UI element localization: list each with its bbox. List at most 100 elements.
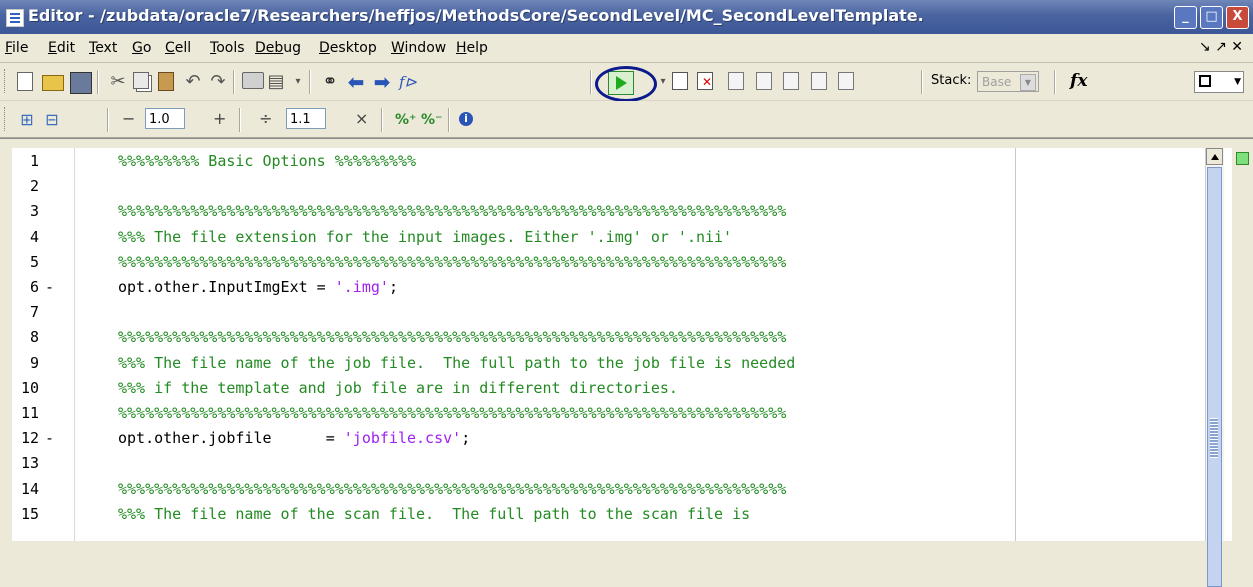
undo-icon[interactable]: ↶ xyxy=(183,72,203,92)
dock-controls[interactable]: ↘ ↗ ✕ xyxy=(1199,39,1243,55)
menu-text[interactable]: Text xyxy=(89,40,117,56)
cell-toolbar: ⊞ ⊟ − 1.0 + ÷ 1.1 × %⁺ %⁻ i xyxy=(0,101,1253,138)
line-number: 13 xyxy=(20,454,39,473)
menu-label-rest: esktop xyxy=(329,40,377,56)
menu-help[interactable]: Help xyxy=(456,40,488,56)
remove-cell-break-icon[interactable]: %⁻ xyxy=(421,110,442,130)
back-icon[interactable]: ⬅ xyxy=(346,72,366,92)
menu-mnemonic: E xyxy=(48,40,57,56)
line-number: 7 xyxy=(29,303,39,322)
code-comment: %%% if the template and job file are in … xyxy=(118,378,678,397)
evaluate-cell-icon[interactable]: ⊟ xyxy=(42,110,62,130)
paste-icon[interactable] xyxy=(158,72,174,91)
print-dropdown-icon[interactable]: ▾ xyxy=(288,72,308,92)
code-line[interactable]: 9 %%% The file name of the job file. The … xyxy=(12,352,1012,374)
executable-line-marker[interactable]: - xyxy=(45,276,54,298)
set-breakpoint-icon[interactable] xyxy=(672,72,688,90)
close-button[interactable]: X xyxy=(1226,6,1249,29)
menu-mnemonic: Deb xyxy=(255,40,284,56)
menu-cell[interactable]: Cell xyxy=(165,40,191,56)
menu-mnemonic: W xyxy=(391,40,405,56)
code-text: %%%%%%%%%%%%%%%%%%%%%%%%%%%%%%%%%%%%%%%%… xyxy=(118,326,786,348)
decrement-button[interactable]: − xyxy=(122,109,135,128)
print-preview-icon[interactable]: ▤ xyxy=(266,72,286,92)
copy-icon[interactable] xyxy=(133,72,149,89)
save-icon[interactable] xyxy=(70,72,92,94)
new-file-icon[interactable] xyxy=(17,72,33,91)
function-icon[interactable]: f⊳ xyxy=(398,72,418,92)
code-comment: %%%%%%%%%%%%%%%%%%%%%%%%%%%%%%%%%%%%%%%%… xyxy=(118,404,787,422)
chevron-down-icon: ▼ xyxy=(1234,77,1241,87)
fx-button[interactable]: fx xyxy=(1070,71,1087,91)
code-line[interactable]: 7 xyxy=(12,301,1012,323)
line-number: 2 xyxy=(29,177,39,196)
line-number: 10 xyxy=(20,378,39,397)
multiply-button[interactable]: × xyxy=(355,109,368,128)
code-line[interactable]: 15 %%% The file name of the scan file. Th… xyxy=(12,503,1012,525)
menu-debug[interactable]: Debug xyxy=(255,40,301,56)
decrement-value-input[interactable]: 1.0 xyxy=(145,108,185,129)
continue-icon[interactable] xyxy=(811,72,827,90)
code-line[interactable]: 8%%%%%%%%%%%%%%%%%%%%%%%%%%%%%%%%%%%%%%%… xyxy=(12,326,1012,348)
code-line[interactable]: 12- opt.other.jobfile = 'jobfile.csv'; xyxy=(12,427,1012,449)
info-icon[interactable]: i xyxy=(459,112,473,126)
layout-select[interactable]: ▼ xyxy=(1194,71,1244,93)
open-folder-icon[interactable] xyxy=(42,75,64,91)
step-out-icon[interactable] xyxy=(783,72,799,90)
toolbar-separator xyxy=(309,70,311,94)
divide-button[interactable]: ÷ xyxy=(259,109,272,128)
toolbar-separator xyxy=(97,70,99,94)
increment-button[interactable]: + xyxy=(213,109,226,128)
find-icon[interactable]: ⚭ xyxy=(320,72,340,92)
code-line[interactable]: 3%%%%%%%%%%%%%%%%%%%%%%%%%%%%%%%%%%%%%%%… xyxy=(12,200,1012,222)
code-line[interactable]: 14%%%%%%%%%%%%%%%%%%%%%%%%%%%%%%%%%%%%%%… xyxy=(12,478,1012,500)
menu-edit[interactable]: Edit xyxy=(48,40,75,56)
menu-mnemonic: C xyxy=(165,40,175,56)
stack-select[interactable]: Base ▼ xyxy=(977,71,1039,92)
square-icon xyxy=(1199,75,1211,87)
print-icon[interactable] xyxy=(242,72,264,89)
scroll-grip xyxy=(1210,418,1218,458)
maximize-button[interactable]: □ xyxy=(1200,6,1223,29)
scroll-up-icon[interactable] xyxy=(1206,148,1223,165)
cut-icon[interactable]: ✂ xyxy=(108,72,128,92)
scroll-thumb[interactable] xyxy=(1207,167,1222,587)
code-analyzer-indicator[interactable] xyxy=(1236,152,1249,165)
code-text: %%%%%%%%%%%%%%%%%%%%%%%%%%%%%%%%%%%%%%%%… xyxy=(118,402,786,424)
code-line[interactable]: 2 xyxy=(12,175,1012,197)
insert-cell-icon[interactable]: ⊞ xyxy=(17,110,37,130)
code-editor[interactable]: 1 %%%%%%%%% Basic Options %%%%%%%%% 2 3%%%%… xyxy=(12,148,1232,541)
code-line[interactable]: 10 %%% if the template and job file are i… xyxy=(12,377,1012,399)
right-margin-line xyxy=(1015,148,1016,541)
code-token: opt.other.jobfile = xyxy=(118,429,344,448)
divide-value-input[interactable]: 1.1 xyxy=(286,108,326,129)
code-line[interactable]: 6- opt.other.InputImgExt = '.img'; xyxy=(12,276,1012,298)
insert-cell-break-icon[interactable]: %⁺ xyxy=(395,110,416,130)
executable-line-marker[interactable]: - xyxy=(45,427,54,449)
code-line[interactable]: 11%%%%%%%%%%%%%%%%%%%%%%%%%%%%%%%%%%%%%%… xyxy=(12,402,1012,424)
menu-go[interactable]: Go xyxy=(132,40,151,56)
clear-breakpoints-icon[interactable] xyxy=(697,72,713,90)
code-text: %%%%%%%%% Basic Options %%%%%%%%% xyxy=(118,150,416,172)
line-number: 12 xyxy=(20,429,39,448)
editor-app-icon xyxy=(6,9,24,27)
code-line[interactable]: 13 xyxy=(12,452,1012,474)
vertical-scrollbar[interactable] xyxy=(1205,148,1224,587)
toolbar-grip[interactable] xyxy=(4,69,8,93)
code-line[interactable]: 1 %%%%%%%%% Basic Options %%%%%%%%% xyxy=(12,150,1012,172)
step-in-icon[interactable] xyxy=(756,72,772,90)
code-line[interactable]: 4 %%% The file extension for the input im… xyxy=(12,226,1012,248)
step-icon[interactable] xyxy=(728,72,744,90)
code-line[interactable]: 5%%%%%%%%%%%%%%%%%%%%%%%%%%%%%%%%%%%%%%%… xyxy=(12,251,1012,273)
redo-icon[interactable]: ↷ xyxy=(208,72,228,92)
code-string: '.img' xyxy=(334,278,389,296)
toolbar-grip[interactable] xyxy=(4,107,8,131)
menu-file[interactable]: File xyxy=(5,40,28,56)
forward-icon[interactable]: ➡ xyxy=(372,72,392,92)
menu-tools[interactable]: Tools xyxy=(210,40,245,56)
minimize-button[interactable]: _ xyxy=(1174,6,1197,29)
menu-desktop[interactable]: Desktop xyxy=(319,40,377,56)
menu-mnemonic: H xyxy=(456,40,467,56)
exit-debug-icon[interactable] xyxy=(838,72,854,90)
menu-window[interactable]: Window xyxy=(391,40,446,56)
